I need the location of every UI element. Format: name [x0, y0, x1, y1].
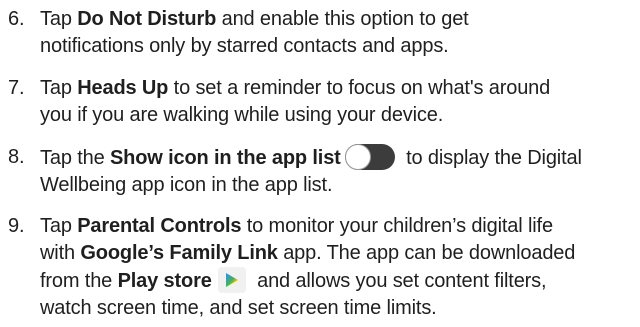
step-text-line3-pre: from the [40, 270, 118, 292]
play-triangle-icon [225, 273, 238, 287]
step-number: 6. [8, 8, 25, 30]
step-number: 8. [8, 146, 25, 168]
list-item-step-9: 9. Tap Parental Controls to monitor your… [0, 213, 640, 323]
step-text-line2: you if you are walking while using your … [40, 104, 444, 126]
setting-name: Show icon in the app list [109, 147, 341, 169]
step-text-line2-post: app. The app can be downloaded [277, 242, 576, 264]
step-text-line2: notifications only by starred contacts a… [40, 35, 449, 57]
app-name: Google’s Family Link [80, 242, 278, 264]
step-number: 7. [8, 77, 25, 99]
step-text: Tap the Show icon in the app list to dis… [40, 144, 636, 199]
step-text-pre: Tap the [40, 147, 110, 169]
step-text-post: and enable this option to get [216, 8, 469, 30]
step-text: Tap Parental Controls to monitor your ch… [40, 213, 636, 322]
store-name: Play store [117, 270, 212, 292]
step-text-post: to monitor your children’s digital life [241, 215, 553, 237]
step-text-post: to set a reminder to focus on what's aro… [168, 77, 551, 99]
step-text-pre: Tap [40, 215, 78, 237]
step-text-line3-post: and allows you set content filters, [251, 270, 547, 292]
step-text-line4: watch screen time, and set screen time l… [40, 297, 437, 319]
toggle-knob [344, 144, 371, 170]
setting-name: Do Not Disturb [77, 8, 217, 30]
step-text: Tap Heads Up to set a reminder to focus … [40, 75, 636, 129]
step-text-line2: Wellbeing app icon in the app list. [40, 174, 333, 196]
setting-name: Parental Controls [77, 215, 242, 237]
step-text: Tap Do Not Disturb and enable this optio… [40, 6, 636, 60]
step-text-post: to display the Digital [400, 147, 582, 169]
step-text-pre: Tap [40, 8, 78, 30]
step-number: 9. [8, 215, 25, 237]
step-text-line2-pre: with [40, 242, 81, 264]
toggle-switch-icon [344, 144, 395, 170]
list-item-step-8: 8. Tap the Show icon in the app list to … [0, 144, 640, 198]
list-item-step-6: 6. Tap Do Not Disturb and enable this op… [0, 6, 640, 60]
setting-name: Heads Up [77, 77, 169, 99]
step-text-pre: Tap [40, 77, 78, 99]
play-store-icon [217, 267, 246, 293]
list-item-step-7: 7. Tap Heads Up to set a reminder to foc… [0, 75, 640, 129]
